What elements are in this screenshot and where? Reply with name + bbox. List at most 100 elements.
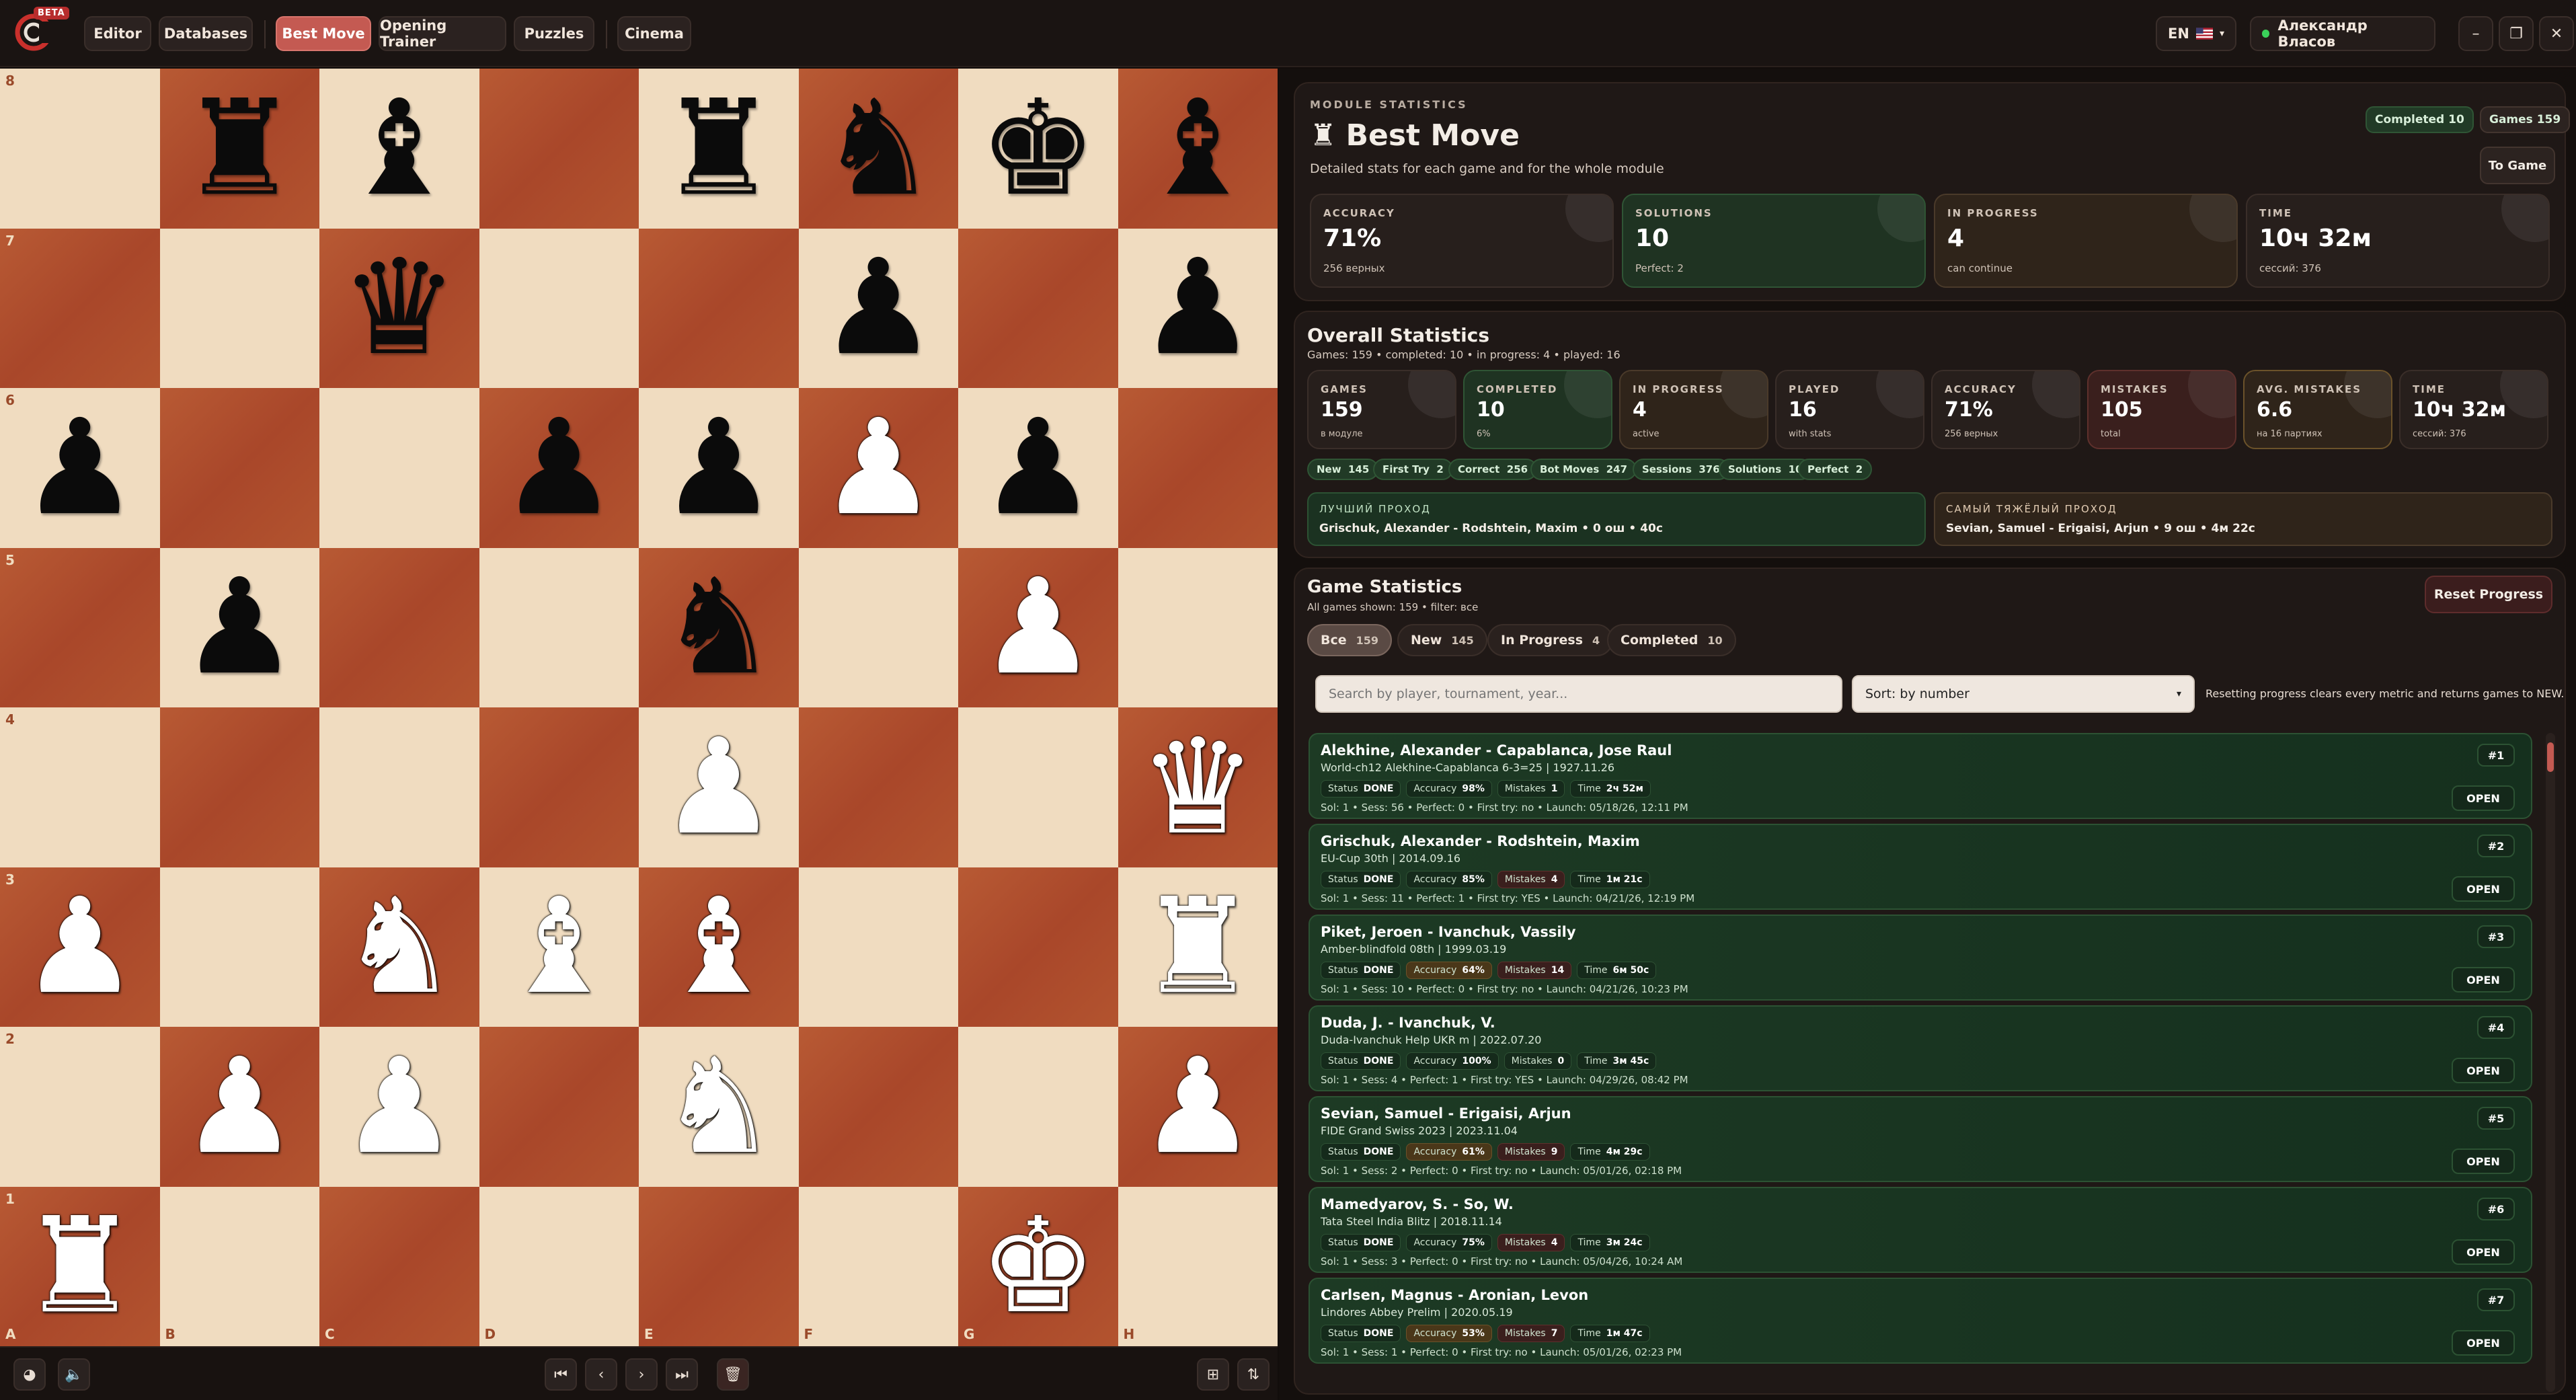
black-pawn-icon[interactable]: ♟ xyxy=(160,548,320,708)
black-pawn-icon[interactable]: ♟ xyxy=(799,229,959,389)
square-d7[interactable] xyxy=(479,228,639,388)
to-game-button[interactable]: To Game xyxy=(2480,147,2555,184)
minimize-icon[interactable]: – xyxy=(2458,16,2493,51)
black-rook-icon[interactable]: ♜ xyxy=(639,69,799,229)
square-h6[interactable] xyxy=(1118,388,1278,548)
chess-board[interactable]: 8 7 6 5 4 3 2 1 A B C D E F G H ♜ ♝ ♜ ♞ ♚ ♝ ♛ ♟ ♟ ♟ ♟ ♟ ♟ ♟ ♟ ♞ ♟ ♟ ♛ ♟ ♞ ♝ ♝ ♜… xyxy=(0,69,1278,1346)
square-d4[interactable] xyxy=(479,707,639,867)
nav-databases[interactable]: Databases xyxy=(159,16,253,51)
open-game-button[interactable]: OPEN xyxy=(2452,1239,2515,1265)
close-icon[interactable]: ✕ xyxy=(2539,16,2574,51)
palette-icon[interactable]: ◕ xyxy=(13,1358,46,1391)
black-bishop-icon[interactable]: ♝ xyxy=(319,69,479,229)
square-f5[interactable] xyxy=(798,547,958,707)
square-b3[interactable] xyxy=(159,867,319,1027)
user-menu[interactable]: Александр Власов xyxy=(2250,16,2435,51)
black-rook-icon[interactable]: ♜ xyxy=(160,69,320,229)
square-g2[interactable] xyxy=(958,1027,1118,1187)
square-f3[interactable] xyxy=(798,867,958,1027)
delete-icon[interactable]: 🗑 xyxy=(717,1358,749,1391)
white-pawn-icon[interactable]: ♟ xyxy=(160,1027,320,1187)
square-g3[interactable] xyxy=(958,867,1118,1027)
square-d5[interactable] xyxy=(479,547,639,707)
open-game-button[interactable]: OPEN xyxy=(2452,785,2515,811)
search-input[interactable] xyxy=(1317,676,1841,711)
square-b1[interactable] xyxy=(159,1186,319,1346)
maximize-icon[interactable]: ❐ xyxy=(2499,16,2534,51)
square-b4[interactable] xyxy=(159,707,319,867)
black-pawn-icon[interactable]: ♟ xyxy=(479,388,639,548)
black-pawn-icon[interactable]: ♟ xyxy=(958,388,1118,548)
square-f4[interactable] xyxy=(798,707,958,867)
white-pawn-icon[interactable]: ♟ xyxy=(639,707,799,867)
language-selector[interactable]: EN ▾ xyxy=(2156,16,2236,51)
tab-completed[interactable]: Completed 10 xyxy=(1607,624,1736,656)
flip-board-icon[interactable]: ⇅ xyxy=(1237,1358,1270,1391)
square-b6[interactable] xyxy=(159,388,319,548)
white-knight-icon[interactable]: ♞ xyxy=(639,1027,799,1187)
nav-editor[interactable]: Editor xyxy=(84,16,151,51)
sound-icon[interactable]: 🔈 xyxy=(58,1358,90,1391)
square-d8[interactable] xyxy=(479,69,639,229)
black-queen-icon[interactable]: ♛ xyxy=(319,229,479,389)
nav-puzzles[interactable]: Puzzles xyxy=(514,16,594,51)
square-h5[interactable] xyxy=(1118,547,1278,707)
square-c6[interactable] xyxy=(319,388,479,548)
square-e7[interactable] xyxy=(639,228,799,388)
square-f1[interactable] xyxy=(798,1186,958,1346)
nav-best-move[interactable]: Best Move xyxy=(276,16,371,51)
black-knight-icon[interactable]: ♞ xyxy=(799,69,959,229)
tab-new[interactable]: New 145 xyxy=(1397,624,1487,656)
tab-all[interactable]: Все 159 xyxy=(1307,624,1393,656)
white-pawn-icon[interactable]: ♟ xyxy=(0,867,160,1027)
game-row[interactable]: Piket, Jeroen - Ivanchuk, Vassily Amber-b… xyxy=(1309,915,2532,1001)
nav-cinema[interactable]: Cinema xyxy=(617,16,691,51)
game-row[interactable]: Sevian, Samuel - Erigaisi, Arjun FIDE Gra… xyxy=(1309,1096,2532,1182)
white-pawn-icon[interactable]: ♟ xyxy=(958,548,1118,708)
last-move-icon[interactable]: ⏭ xyxy=(666,1358,698,1391)
square-b7[interactable] xyxy=(159,228,319,388)
game-row[interactable]: Duda, J. - Ivanchuk, V. Duda-Ivanchuk Hel… xyxy=(1309,1005,2532,1091)
black-pawn-icon[interactable]: ♟ xyxy=(0,388,160,548)
black-pawn-icon[interactable]: ♟ xyxy=(639,388,799,548)
white-bishop-icon[interactable]: ♝ xyxy=(479,867,639,1027)
white-king-icon[interactable]: ♚ xyxy=(958,1187,1118,1347)
game-row[interactable]: Mamedyarov, S. - So, W. Tata Steel India … xyxy=(1309,1187,2532,1273)
square-f2[interactable] xyxy=(798,1027,958,1187)
first-move-icon[interactable]: ⏮ xyxy=(545,1358,577,1391)
square-h1[interactable] xyxy=(1118,1186,1278,1346)
square-g4[interactable] xyxy=(958,707,1118,867)
white-pawn-icon[interactable]: ♟ xyxy=(319,1027,479,1187)
search-box[interactable] xyxy=(1315,675,1842,713)
white-bishop-icon[interactable]: ♝ xyxy=(639,867,799,1027)
square-a2[interactable] xyxy=(0,1027,160,1187)
game-row[interactable]: Grischuk, Alexander - Rodshtein, Maxim EU… xyxy=(1309,824,2532,910)
square-c4[interactable] xyxy=(319,707,479,867)
open-game-button[interactable]: OPEN xyxy=(2452,967,2515,993)
open-game-button[interactable]: OPEN xyxy=(2452,876,2515,902)
game-row[interactable]: Alekhine, Alexander - Capablanca, Jose R… xyxy=(1309,733,2532,819)
white-queen-icon[interactable]: ♛ xyxy=(1118,707,1278,867)
black-pawn-icon[interactable]: ♟ xyxy=(1118,229,1278,389)
game-row[interactable]: Carlsen, Magnus - Aronian, Levon Lindores… xyxy=(1309,1278,2532,1364)
black-king-icon[interactable]: ♚ xyxy=(958,69,1118,229)
black-bishop-icon[interactable]: ♝ xyxy=(1118,69,1278,229)
next-move-icon[interactable]: › xyxy=(625,1358,658,1391)
square-g7[interactable] xyxy=(958,228,1118,388)
square-d2[interactable] xyxy=(479,1027,639,1187)
square-a7[interactable] xyxy=(0,228,160,388)
square-e1[interactable] xyxy=(639,1186,799,1346)
scrollbar-track[interactable] xyxy=(2546,733,2555,1392)
previous-move-icon[interactable]: ‹ xyxy=(585,1358,617,1391)
open-game-button[interactable]: OPEN xyxy=(2452,1058,2515,1083)
white-knight-icon[interactable]: ♞ xyxy=(319,867,479,1027)
square-c1[interactable] xyxy=(319,1186,479,1346)
open-game-button[interactable]: OPEN xyxy=(2452,1330,2515,1356)
white-rook-icon[interactable]: ♜ xyxy=(1118,867,1278,1027)
sort-select[interactable]: Sort: by number ▾ xyxy=(1852,675,2195,713)
white-pawn-icon[interactable]: ♟ xyxy=(799,388,959,548)
square-a8[interactable] xyxy=(0,69,160,229)
reset-progress-button[interactable]: Reset Progress xyxy=(2425,576,2552,613)
tab-in-progress[interactable]: In Progress 4 xyxy=(1487,624,1614,656)
black-knight-icon[interactable]: ♞ xyxy=(639,548,799,708)
